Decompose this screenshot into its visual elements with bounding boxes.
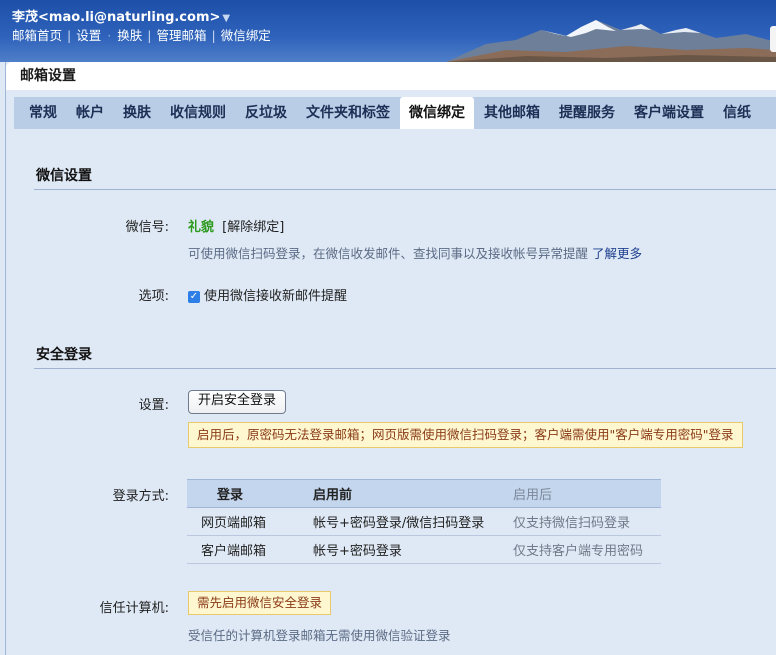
user-display-name: 李茂<mao.li@naturling.com> xyxy=(12,10,221,25)
table-cell: 客户端邮箱 xyxy=(187,535,313,564)
tab-client-settings[interactable]: 客户端设置 xyxy=(625,97,713,129)
page-title: 邮箱设置 xyxy=(6,62,776,90)
search-box-edge xyxy=(770,26,776,52)
nav-mail-home[interactable]: 邮箱首页 xyxy=(12,28,62,43)
wechat-section-title: 微信设置 xyxy=(36,168,92,184)
wechat-settings-content: 微信设置 微信号: 礼貌 [解除绑定] 可使用微信扫码登录，在微信收发邮件、查找… xyxy=(14,129,776,655)
tab-skin[interactable]: 换肤 xyxy=(114,97,160,129)
table-cell: 帐号+密码登录 xyxy=(313,535,513,564)
nav-wechat-binding[interactable]: 微信绑定 xyxy=(221,28,271,43)
tab-general[interactable]: 常规 xyxy=(15,97,66,129)
tab-other-mailbox[interactable]: 其他邮箱 xyxy=(475,97,549,129)
table-header-row: 登录 启用前 启用后 xyxy=(187,479,661,508)
table-row: 客户端邮箱 帐号+密码登录 仅支持客户端专用密码 xyxy=(187,535,661,564)
option-checkbox-label: 使用微信接收新邮件提醒 xyxy=(204,289,348,304)
user-account-menu[interactable]: 李茂<mao.li@naturling.com> ▼ xyxy=(12,6,230,25)
wechat-id-value: 礼貌 xyxy=(188,220,215,235)
tab-rules[interactable]: 收信规则 xyxy=(161,97,235,129)
unbind-link[interactable]: [解除绑定] xyxy=(222,220,284,235)
trusted-computer-notice: 需先启用微信安全登录 xyxy=(188,591,332,615)
table-row: 网页端邮箱 帐号+密码登录/微信扫码登录 仅支持微信扫码登录 xyxy=(187,507,661,536)
section-divider xyxy=(34,368,776,369)
tab-account[interactable]: 帐户 xyxy=(67,97,113,129)
nav-manage-mailbox[interactable]: 管理邮箱 xyxy=(156,28,206,43)
options-label: 选项: xyxy=(138,289,169,304)
settings-tabs: 常规 帐户 换肤 收信规则 反垃圾 文件夹和标签 微信绑定 其他邮箱 提醒服务 … xyxy=(14,97,776,129)
settings-panel: 邮箱设置 常规 帐户 换肤 收信规则 反垃圾 文件夹和标签 微信绑定 其他邮箱 … xyxy=(5,62,776,655)
secure-settings-label: 设置: xyxy=(138,398,169,413)
checkbox-checked-icon[interactable]: ✓ xyxy=(188,290,200,303)
table-cell: 网页端邮箱 xyxy=(187,507,313,536)
chevron-down-icon[interactable]: ▼ xyxy=(222,13,230,24)
wechat-description: 可使用微信扫码登录，在微信收发邮件、查找同事以及接收帐号异常提醒 xyxy=(188,246,589,261)
table-header-before: 启用前 xyxy=(313,479,513,508)
tab-stationery[interactable]: 信纸 xyxy=(714,97,760,129)
table-header-after: 启用后 xyxy=(513,479,661,508)
login-method-label: 登录方式: xyxy=(112,489,169,504)
top-nav-links: 邮箱首页 | 设置 · 换肤 | 管理邮箱 | 微信绑定 xyxy=(12,28,271,43)
learn-more-link[interactable]: 了解更多 xyxy=(592,246,642,261)
nav-skin[interactable]: 换肤 xyxy=(117,28,142,43)
secure-login-notice: 启用后，原密码无法登录邮箱；网页版需使用微信扫码登录；客户端需使用"客户端专用密… xyxy=(188,422,743,448)
login-method-table: 登录 启用前 启用后 网页端邮箱 帐号+密码登录/微信扫码登录 仅支持微信扫码登… xyxy=(187,479,661,564)
table-cell: 仅支持微信扫码登录 xyxy=(513,507,661,536)
enable-secure-login-button[interactable]: 开启安全登录 xyxy=(188,390,286,414)
top-banner: 李茂<mao.li@naturling.com> ▼ 邮箱首页 | 设置 · 换肤 | 管理邮… xyxy=(0,0,776,62)
table-cell: 帐号+密码登录/微信扫码登录 xyxy=(313,507,513,536)
new-mail-reminder-option[interactable]: ✓ 使用微信接收新邮件提醒 xyxy=(188,285,347,304)
tab-folders-labels[interactable]: 文件夹和标签 xyxy=(297,97,399,129)
table-cell: 仅支持客户端专用密码 xyxy=(513,535,661,564)
trusted-computer-label: 信任计算机: xyxy=(99,601,169,616)
nav-settings[interactable]: 设置 xyxy=(76,28,101,43)
tab-antispam[interactable]: 反垃圾 xyxy=(236,97,296,129)
secure-login-section-title: 安全登录 xyxy=(36,347,92,363)
tab-wechat-binding[interactable]: 微信绑定 xyxy=(400,97,474,129)
wechat-id-label: 微信号: xyxy=(125,220,169,235)
mountain-banner-image xyxy=(446,20,776,62)
section-divider xyxy=(34,189,776,190)
table-header-login: 登录 xyxy=(187,479,313,508)
trusted-computer-description: 受信任的计算机登录邮箱无需使用微信验证登录 xyxy=(188,628,451,643)
tab-reminders[interactable]: 提醒服务 xyxy=(550,97,624,129)
